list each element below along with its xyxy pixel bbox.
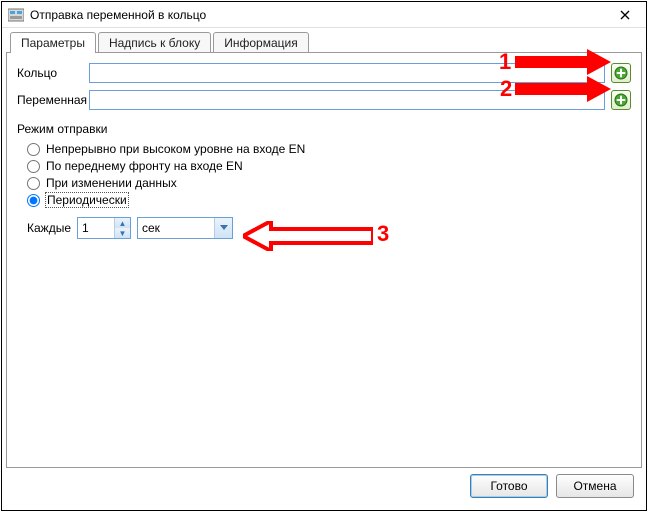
tab-parameters[interactable]: Параметры <box>10 32 96 53</box>
unit-select-button[interactable] <box>214 218 232 238</box>
interval-value-input[interactable] <box>78 218 114 238</box>
tab-panel-parameters: Кольцо Переменная <box>6 52 642 468</box>
variable-input[interactable] <box>89 90 605 110</box>
close-button[interactable] <box>610 5 640 25</box>
ring-label: Кольцо <box>17 66 89 80</box>
annotation-2-text: 2 <box>500 76 512 102</box>
every-label: Каждые <box>27 221 71 235</box>
ring-input[interactable] <box>89 63 605 83</box>
radio-rising[interactable]: По переднему фронту на входе EN <box>27 159 631 173</box>
variable-label: Переменная <box>17 93 89 107</box>
radio-continuous[interactable]: Непрерывно при высоком уровне на входе E… <box>27 142 631 156</box>
dialog-window: Отправка переменной в кольцо Параметры Н… <box>1 1 647 511</box>
cancel-button[interactable]: Отмена <box>556 474 634 498</box>
window-title: Отправка переменной в кольцо <box>30 8 610 22</box>
dialog-footer: Готово Отмена <box>6 468 642 506</box>
annotation-1-text: 1 <box>499 49 511 75</box>
titlebar: Отправка переменной в кольцо <box>2 2 646 28</box>
radio-rising-input[interactable] <box>27 160 40 173</box>
radio-onchange[interactable]: При изменении данных <box>27 176 631 190</box>
interval-spinner[interactable]: ▲ ▼ <box>77 217 131 239</box>
plus-icon <box>614 93 628 107</box>
radio-onchange-label: При изменении данных <box>46 176 177 190</box>
radio-periodic-label: Периодически <box>46 193 128 207</box>
tabstrip: Параметры Надпись к блоку Информация <box>6 32 642 53</box>
tab-caption[interactable]: Надпись к блоку <box>98 32 211 53</box>
spinner-down[interactable]: ▼ <box>115 228 130 238</box>
spinner-up[interactable]: ▲ <box>115 218 130 228</box>
row-ring: Кольцо <box>17 63 631 83</box>
radio-continuous-label: Непрерывно при высоком уровне на входе E… <box>46 142 305 156</box>
unit-select[interactable]: сек <box>137 217 233 239</box>
client-area: Параметры Надпись к блоку Информация Кол… <box>2 28 646 510</box>
unit-select-value: сек <box>138 221 214 235</box>
row-variable: Переменная <box>17 90 631 110</box>
annotation-3-text: 3 <box>377 221 389 247</box>
plus-icon <box>614 66 628 80</box>
mode-heading: Режим отправки <box>17 122 631 136</box>
radio-rising-label: По переднему фронту на входе EN <box>46 159 243 173</box>
spinner-arrows: ▲ ▼ <box>114 218 130 238</box>
tab-info[interactable]: Информация <box>213 32 308 53</box>
variable-add-button[interactable] <box>611 90 631 110</box>
ok-button[interactable]: Готово <box>470 474 548 498</box>
interval-row: Каждые ▲ ▼ сек <box>27 217 631 239</box>
app-icon <box>8 7 24 23</box>
radio-periodic-input[interactable] <box>27 194 40 207</box>
chevron-down-icon <box>220 225 228 231</box>
radio-onchange-input[interactable] <box>27 177 40 190</box>
radio-continuous-input[interactable] <box>27 143 40 156</box>
radio-periodic[interactable]: Периодически <box>27 193 631 207</box>
ring-add-button[interactable] <box>611 63 631 83</box>
